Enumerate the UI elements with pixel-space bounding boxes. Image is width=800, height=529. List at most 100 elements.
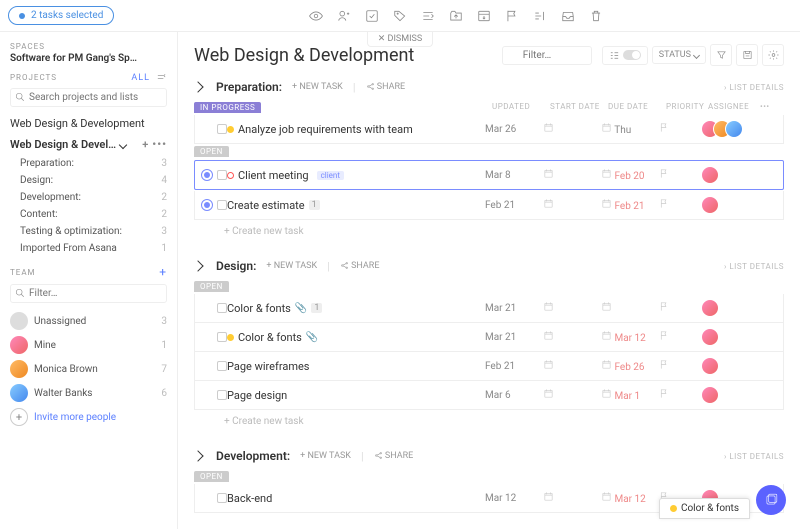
assignees[interactable]: [701, 386, 753, 404]
due-date[interactable]: Feb 26: [601, 359, 659, 373]
assignees[interactable]: [701, 166, 753, 184]
checkbox[interactable]: [217, 361, 227, 371]
fab-button[interactable]: [756, 485, 786, 515]
checkbox[interactable]: [217, 332, 227, 342]
minimized-panel[interactable]: Color & fonts: [659, 498, 750, 519]
list-toggle[interactable]: [602, 46, 648, 65]
task-row[interactable]: Create estimate 1 Feb 21 Feb 21: [194, 191, 784, 220]
chevron-right-icon[interactable]: [192, 450, 203, 461]
task-row[interactable]: Client meeting client Mar 8 Feb 20: [194, 160, 784, 190]
list-details-link[interactable]: › LIST DETAILS: [724, 452, 784, 461]
projects-search-input[interactable]: [10, 88, 167, 107]
add-user-icon[interactable]: [337, 9, 351, 23]
priority[interactable]: [659, 388, 701, 402]
add-team-icon[interactable]: +: [159, 265, 167, 279]
tag-icon[interactable]: [393, 9, 407, 23]
team-member[interactable]: Walter Banks6: [10, 381, 167, 405]
eye-icon[interactable]: [309, 9, 323, 23]
start-date[interactable]: [543, 198, 601, 212]
list-details-link[interactable]: › LIST DETAILS: [724, 83, 784, 92]
folder-up-icon[interactable]: [449, 9, 463, 23]
team-member[interactable]: Monica Brown7: [10, 357, 167, 381]
assignees[interactable]: [701, 328, 753, 346]
radio-icon[interactable]: [201, 199, 213, 211]
start-date[interactable]: [543, 491, 601, 505]
filter-button[interactable]: [710, 44, 732, 66]
task-row[interactable]: Page wireframes Feb 21 Feb 26: [194, 352, 784, 381]
project-sublist[interactable]: Development:2: [10, 189, 167, 206]
trash-icon[interactable]: [589, 9, 603, 23]
due-date[interactable]: Thu: [601, 122, 659, 136]
task-row[interactable]: Page design Mar 6 Mar 1: [194, 381, 784, 410]
due-date[interactable]: Feb 20: [601, 168, 659, 182]
filter-input[interactable]: [502, 46, 592, 65]
indent-icon[interactable]: [421, 9, 435, 23]
due-date[interactable]: Mar 1: [601, 388, 659, 402]
share-link[interactable]: SHARE: [374, 451, 414, 461]
share-link[interactable]: SHARE: [340, 261, 380, 271]
assignees[interactable]: [701, 196, 753, 214]
all-projects-link[interactable]: All: [131, 73, 150, 83]
archive-icon[interactable]: [477, 9, 491, 23]
task-row[interactable]: Color & fonts 📎 Mar 21 Mar 12: [194, 323, 784, 352]
start-date[interactable]: [543, 168, 601, 182]
task-row[interactable]: Color & fonts 📎 1 Mar 21: [194, 294, 784, 323]
priority[interactable]: [659, 301, 701, 315]
assignees[interactable]: [701, 357, 753, 375]
assignees[interactable]: [701, 120, 753, 138]
priority[interactable]: [659, 330, 701, 344]
list-details-link[interactable]: › LIST DETAILS: [724, 262, 784, 271]
dismiss-button[interactable]: ✕ DISMISS: [367, 32, 433, 47]
due-date[interactable]: [601, 301, 659, 315]
start-date[interactable]: [543, 388, 601, 402]
checkbox[interactable]: [217, 493, 227, 503]
project-sublist[interactable]: Content:2: [10, 206, 167, 223]
priority[interactable]: [659, 198, 701, 212]
new-task-link[interactable]: + NEW TASK: [266, 261, 317, 271]
project-sublist[interactable]: Testing & optimization:3: [10, 223, 167, 240]
space-breadcrumb[interactable]: Software for PM Gang's Sp…: [10, 53, 167, 64]
checkbox[interactable]: [217, 124, 227, 134]
redistribute-icon[interactable]: [533, 9, 547, 23]
task-row[interactable]: Analyze job requirements with team Mar 2…: [194, 115, 784, 144]
project-sublist[interactable]: Imported From Asana1: [10, 240, 167, 257]
new-task-link[interactable]: + NEW TASK: [292, 82, 343, 92]
create-task-link[interactable]: + Create new task: [194, 410, 784, 437]
project-sublist[interactable]: Design:4: [10, 172, 167, 189]
start-date[interactable]: [543, 122, 601, 136]
invite-link[interactable]: + Invite more people: [10, 405, 167, 429]
selection-pill[interactable]: 2 tasks selected: [8, 6, 114, 25]
due-date[interactable]: Mar 12: [601, 491, 659, 505]
new-task-link[interactable]: + NEW TASK: [300, 451, 351, 461]
checklist-icon[interactable]: [365, 9, 379, 23]
start-date[interactable]: [543, 359, 601, 373]
create-task-link[interactable]: + Create new task: [194, 220, 784, 247]
inbox-icon[interactable]: [561, 9, 575, 23]
save-button[interactable]: [736, 44, 758, 66]
team-member[interactable]: Unassigned3: [10, 309, 167, 333]
radio-icon[interactable]: [201, 169, 213, 181]
status-filter[interactable]: STATUS: [652, 46, 706, 64]
priority[interactable]: [659, 122, 701, 136]
priority[interactable]: [659, 359, 701, 373]
chevron-right-icon[interactable]: [192, 81, 203, 92]
checkbox[interactable]: [217, 303, 227, 313]
assignees[interactable]: [701, 299, 753, 317]
flag-icon[interactable]: [505, 9, 519, 23]
checkbox[interactable]: [217, 170, 227, 180]
checkbox[interactable]: [217, 390, 227, 400]
project-sublist[interactable]: Preparation:3: [10, 155, 167, 172]
team-member[interactable]: Mine1: [10, 333, 167, 357]
checkbox[interactable]: [217, 200, 227, 210]
chevron-right-icon[interactable]: [192, 260, 203, 271]
start-date[interactable]: [543, 330, 601, 344]
project-item[interactable]: Web Design & Development: [10, 113, 167, 134]
settings-button[interactable]: [762, 44, 784, 66]
collapse-icon[interactable]: [156, 72, 167, 83]
project-item-expanded[interactable]: Web Design & Devel… + •••: [10, 134, 167, 155]
team-filter-input[interactable]: [10, 284, 167, 303]
start-date[interactable]: [543, 301, 601, 315]
due-date[interactable]: Mar 12: [601, 330, 659, 344]
share-link[interactable]: SHARE: [366, 82, 406, 92]
priority[interactable]: [659, 168, 701, 182]
